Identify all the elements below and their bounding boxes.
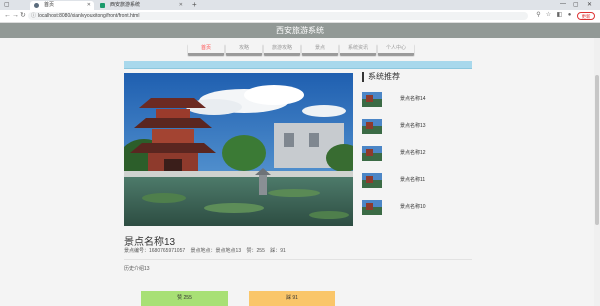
url-input[interactable]: ⓘ localhost:8080/xianlvyouxitong/front/f…	[28, 12, 528, 20]
sidebar-title: 系统推荐	[362, 72, 400, 82]
globe-icon	[34, 3, 39, 8]
site-favicon-icon	[100, 3, 105, 8]
thumbnail-image	[362, 119, 382, 134]
browser-tab-site[interactable]: 西安旅游系统 ✕	[96, 1, 186, 10]
thumbnail-image	[362, 146, 382, 161]
browser-tab-label: 首页	[44, 2, 55, 8]
sidebar-item-label: 景点名称10	[400, 204, 426, 210]
sidebar-item-label: 景点名称13	[400, 123, 426, 129]
scrollbar-thumb[interactable]	[595, 75, 599, 225]
back-icon[interactable]: ←	[4, 11, 11, 21]
sidebar-item-label: 景点名称12	[400, 150, 426, 156]
close-window-icon[interactable]: ✕	[587, 1, 592, 8]
site-title: 西安旅游系统	[276, 26, 324, 35]
maximize-icon[interactable]: ▢	[573, 1, 579, 8]
nav-item-travel-guide[interactable]: 旅游攻略	[264, 44, 300, 55]
browser-tab-label: 西安旅游系统	[110, 2, 141, 8]
close-icon[interactable]: ✕	[87, 1, 91, 10]
divider	[124, 259, 472, 260]
forward-icon[interactable]: →	[12, 11, 19, 21]
info-icon: ⓘ	[31, 13, 37, 19]
thumbnail-image	[362, 173, 382, 188]
nav-item-guide[interactable]: 攻略	[226, 44, 262, 55]
close-icon[interactable]: ✕	[179, 1, 183, 10]
star-icon[interactable]: ☆	[545, 12, 552, 19]
like-count: 赞：255	[246, 248, 265, 254]
like-button[interactable]: 赞 255	[141, 291, 228, 306]
sidebar-item-13[interactable]: 景点名称13	[362, 119, 472, 135]
thumbnail-image	[362, 92, 382, 107]
history-intro: 历史介绍13	[124, 266, 150, 272]
sidebar-item-11[interactable]: 景点名称11	[362, 173, 472, 189]
attraction-meta: 景点编号：1680765971057 景点地点：景点地点13 赞：255 踩：9…	[124, 247, 290, 254]
browser-tab-home[interactable]: 首页 ✕	[30, 1, 94, 10]
attraction-location: 景点地点：景点地点13	[190, 248, 242, 254]
minimize-icon[interactable]: —	[560, 1, 566, 7]
sidebar-item-12[interactable]: 景点名称12	[362, 146, 472, 162]
window-menu-icon[interactable]: ▢	[4, 1, 10, 8]
update-button[interactable]: 更新	[577, 12, 595, 20]
new-tab-icon[interactable]: +	[192, 0, 197, 10]
nav-item-attractions[interactable]: 景点	[302, 44, 338, 55]
address-bar: ← → ↻ ⓘ localhost:8080/xianlvyouxitong/f…	[0, 10, 600, 23]
profile-icon[interactable]: ●	[566, 12, 573, 19]
sidebar-item-label: 景点名称14	[400, 96, 426, 102]
banner-strip	[124, 61, 472, 69]
dislike-button[interactable]: 踩 91	[249, 291, 335, 306]
sidebar-icon[interactable]: ◧	[556, 12, 563, 19]
attraction-photo	[124, 73, 353, 226]
reload-icon[interactable]: ↻	[20, 11, 26, 21]
nav-item-news[interactable]: 系统资讯	[340, 44, 376, 55]
sidebar-item-14[interactable]: 景点名称14	[362, 92, 472, 108]
url-text: localhost:8080/xianlvyouxitong/front/fro…	[38, 13, 140, 19]
dislike-count: 踩：91	[270, 248, 286, 254]
sidebar-item-label: 景点名称11	[400, 177, 426, 183]
sidebar-item-10[interactable]: 景点名称10	[362, 200, 472, 216]
thumbnail-image	[362, 200, 382, 215]
nav-item-user-center[interactable]: 个人中心	[378, 44, 414, 55]
zoom-icon[interactable]: ⚲	[535, 12, 542, 19]
attraction-title: 景点名称13	[124, 237, 176, 248]
nav-item-home[interactable]: 首页	[188, 44, 224, 55]
attraction-code: 景点编号：1680765971057	[124, 248, 186, 254]
